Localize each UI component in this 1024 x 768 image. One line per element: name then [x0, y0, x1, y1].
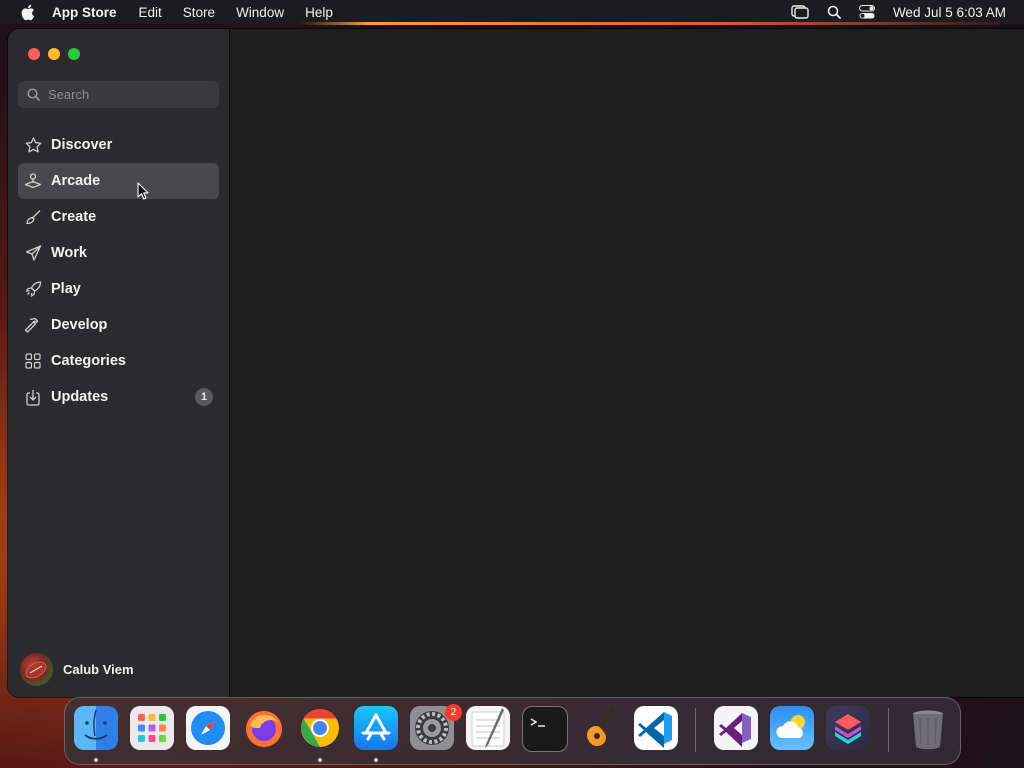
- dock-safari[interactable]: [186, 706, 230, 750]
- window-controls: [28, 48, 88, 60]
- spotlight-search-icon[interactable]: [827, 5, 841, 19]
- control-center-icon[interactable]: [858, 5, 875, 19]
- sidebar-item-label: Arcade: [51, 173, 101, 189]
- dock-vscode[interactable]: [634, 706, 678, 750]
- sidebar-item-label: Updates: [51, 389, 109, 405]
- sidebar-item-arcade[interactable]: Arcade: [18, 163, 219, 199]
- dock-trash[interactable]: [906, 706, 950, 750]
- cloud-icon: [776, 715, 805, 738]
- dock-running-indicator: [94, 758, 98, 762]
- menu-window[interactable]: Window: [236, 5, 284, 20]
- dock-system-settings[interactable]: 2: [410, 704, 462, 750]
- joystick-icon: [24, 173, 42, 189]
- menu-store[interactable]: Store: [183, 5, 215, 20]
- sidebar-item-label: Work: [51, 245, 87, 261]
- search-icon: [27, 88, 40, 101]
- zoom-button[interactable]: [68, 48, 80, 60]
- search-field[interactable]: [18, 81, 219, 108]
- dock-weather[interactable]: [770, 706, 814, 750]
- search-input[interactable]: [48, 87, 198, 102]
- dock-terminal[interactable]: [522, 706, 568, 752]
- sidebar-item-updates[interactable]: Updates 1: [18, 379, 219, 415]
- dock-finder[interactable]: [74, 706, 118, 750]
- avatar: [20, 653, 53, 686]
- download-icon: [24, 389, 42, 406]
- chrome-icon: [301, 708, 339, 747]
- vscode-icon: [638, 712, 672, 748]
- star-icon: [24, 137, 42, 153]
- dock-running-indicator: [318, 758, 322, 762]
- finder-icon: [84, 709, 108, 740]
- textedit-icon: [471, 708, 505, 748]
- sidebar-item-create[interactable]: Create: [18, 199, 219, 235]
- dock-garageband[interactable]: [578, 706, 622, 750]
- visual-studio-icon: [719, 713, 751, 747]
- sidebar-item-label: Discover: [51, 137, 113, 153]
- menu-help[interactable]: Help: [305, 5, 333, 20]
- sidebar-item-develop[interactable]: Develop: [18, 307, 219, 343]
- hammer-icon: [24, 317, 42, 333]
- dock-app-store[interactable]: [354, 706, 398, 750]
- wallpaper-highlight: [300, 22, 1000, 25]
- paper-plane-icon: [24, 245, 42, 261]
- account-name: Calub Viem: [63, 662, 134, 677]
- sidebar-item-work[interactable]: Work: [18, 235, 219, 271]
- settings-notification-badge: 2: [445, 704, 462, 721]
- launchpad-icon: [138, 714, 166, 742]
- guitar-icon: [587, 708, 615, 746]
- dock-textedit[interactable]: [466, 706, 510, 750]
- sidebar-item-label: Develop: [51, 317, 108, 333]
- brush-icon: [24, 209, 42, 225]
- app-store-icon: [361, 713, 391, 741]
- minimize-button[interactable]: [48, 48, 60, 60]
- dock-separator: [695, 708, 696, 752]
- safari-compass-icon: [191, 711, 225, 745]
- dock-running-indicator: [374, 758, 378, 762]
- dock-shortcuts[interactable]: [826, 706, 870, 750]
- terminal-icon: [530, 718, 545, 727]
- sidebar-item-label: Categories: [51, 353, 126, 369]
- menu-app-name[interactable]: App Store: [52, 5, 117, 20]
- dock: 2: [64, 697, 961, 765]
- screen-mirroring-icon[interactable]: [791, 5, 809, 19]
- sidebar: Discover Arcade Create Work: [8, 29, 230, 697]
- grid-icon: [24, 353, 42, 369]
- main-content: [230, 29, 1024, 697]
- trash-icon: [913, 710, 943, 749]
- menu-edit[interactable]: Edit: [139, 5, 162, 20]
- sidebar-item-play[interactable]: Play: [18, 271, 219, 307]
- sidebar-nav: Discover Arcade Create Work Play Develop…: [18, 127, 219, 415]
- firefox-icon: [246, 711, 282, 747]
- updates-count-badge: 1: [195, 388, 213, 406]
- dock-chrome[interactable]: [298, 706, 342, 750]
- dock-launchpad[interactable]: [130, 706, 174, 750]
- dock-visual-studio[interactable]: [714, 706, 758, 750]
- menu-clock[interactable]: Wed Jul 5 6:03 AM: [893, 5, 1006, 20]
- rocket-icon: [24, 281, 42, 297]
- close-button[interactable]: [28, 48, 40, 60]
- mouse-pointer-icon: [137, 182, 149, 205]
- dock-firefox[interactable]: [242, 706, 286, 750]
- sidebar-item-label: Play: [51, 281, 81, 297]
- apple-menu-icon[interactable]: [18, 3, 36, 21]
- menu-bar: App Store Edit Store Window Help Wed Jul…: [0, 0, 1024, 24]
- sidebar-item-label: Create: [51, 209, 97, 225]
- app-store-window: Discover Arcade Create Work: [8, 29, 1024, 697]
- sidebar-item-discover[interactable]: Discover: [18, 127, 219, 163]
- dock-separator: [888, 708, 889, 752]
- shortcuts-icon: [835, 714, 861, 744]
- sidebar-item-categories[interactable]: Categories: [18, 343, 219, 379]
- account-button[interactable]: Calub Viem: [20, 653, 134, 686]
